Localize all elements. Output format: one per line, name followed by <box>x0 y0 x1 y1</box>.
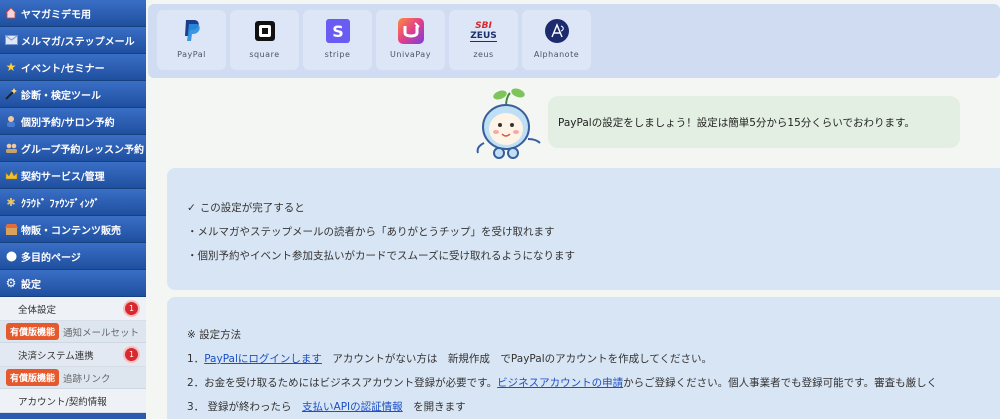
sidebar-item-label: ヤマガミデモ用 <box>21 9 91 21</box>
zeus-logo-bottom: ZEUS <box>470 30 497 42</box>
sidebar-item-home[interactable]: ヤマガミデモ用 <box>0 0 146 27</box>
provider-name: PayPal <box>177 50 206 59</box>
provider-tab-paypal[interactable]: PayPal <box>157 10 226 70</box>
notification-badge: 1 <box>123 300 140 317</box>
sidebar-item-label: ｸﾗｳﾄﾞ ﾌｧｳﾝﾃﾞｨﾝｸﾞ <box>21 198 100 210</box>
sidebar-item-mail[interactable]: メルマガ/ステップメール <box>0 27 146 54</box>
sidebar-item-individual[interactable]: 個別予約/サロン予約 <box>0 108 146 135</box>
provider-name: square <box>249 50 280 59</box>
sidebar-item-label: 診断・検定ツール <box>21 90 101 102</box>
alphanote-logo-icon <box>544 18 570 44</box>
paypal-login-link[interactable]: PayPalにログインします <box>204 353 322 365</box>
sidebar-item-label: グループ予約/レッスン予約 <box>21 144 145 156</box>
paypal-logo-icon <box>179 18 205 44</box>
provider-tab-square[interactable]: square <box>230 10 299 70</box>
step-1: 1．PayPalにログインします アカウントがない方は 新規作成 でPayPal… <box>187 351 712 366</box>
step-text: 2．お金を受け取るためにはビジネスアカウント登録が必要です。 <box>187 377 498 389</box>
zeus-logo-top: SBI <box>475 20 492 31</box>
sidebar-item-label: 契約サービス/管理 <box>21 171 105 183</box>
sidebar-sub-label: アカウント/契約情報 <box>18 396 107 408</box>
wand-icon <box>4 87 18 101</box>
provider-tab-zeus[interactable]: SBI ZEUS zeus <box>449 10 518 70</box>
shop-icon <box>4 222 18 236</box>
intro-bullet: ・メルマガやステップメールの読者から「ありがとうチップ」を受け取れます <box>187 226 555 238</box>
sidebar-item-multipurpose[interactable]: 多目的ページ <box>0 243 146 270</box>
dot-icon <box>4 249 18 263</box>
provider-name: stripe <box>324 50 351 59</box>
setup-steps-panel: ※ 設定方法 1．PayPalにログインします アカウントがない方は 新規作成 … <box>167 297 1000 419</box>
intro-heading: ✓ この設定が完了すると <box>187 200 305 215</box>
paid-feature-tag: 有償版機能 <box>6 369 60 386</box>
provider-tab-stripe[interactable]: S stripe <box>303 10 372 70</box>
sidebar-sub-label: 通知メールセット <box>63 327 140 339</box>
star-icon: ★ <box>5 60 17 74</box>
intro-panel: ✓ この設定が完了すると ・メルマガやステップメールの読者から「ありがとうチップ」… <box>167 168 1000 290</box>
sidebar-item-shop[interactable]: 物販・コンテンツ販売 <box>0 216 146 243</box>
svg-text:S: S <box>332 22 344 41</box>
notification-badge: 1 <box>123 346 140 363</box>
check-icon: ✓ <box>187 202 196 214</box>
univapay-logo-icon <box>397 18 424 44</box>
sidebar-sub-notification-mail[interactable]: 有償版機能 通知メールセット <box>0 321 146 343</box>
sidebar-item-label: 多目的ページ <box>21 252 81 264</box>
provider-name: zeus <box>473 50 494 59</box>
step-text: アカウントがない方は 新規作成 でPayPalのアカウントを作成してください。 <box>321 353 713 365</box>
sidebar-sub-label: 全体設定 <box>18 304 57 316</box>
intro-heading-text: この設定が完了すると <box>199 202 305 214</box>
sidebar-sub-general-settings[interactable]: 全体設定 1 <box>0 297 146 321</box>
mail-icon <box>4 33 18 47</box>
person-icon <box>4 114 18 128</box>
sidebar-item-diagnosis[interactable]: 診断・検定ツール <box>0 81 146 108</box>
sidebar-item-label: イベント/セミナー <box>21 63 105 75</box>
sidebar-item-crowdfunding[interactable]: ✱ ｸﾗｳﾄﾞ ﾌｧｳﾝﾃﾞｨﾝｸﾞ <box>0 189 146 216</box>
provider-tab-univapay[interactable]: UnivaPay <box>376 10 445 70</box>
business-account-link[interactable]: ビジネスアカウントの申請 <box>497 377 623 389</box>
sidebar-sub-label: 追跡リンク <box>63 373 111 385</box>
intro-bullet: ・個別予約やイベント参加支払いがカードでスムーズに受け取れるようになります <box>187 250 575 262</box>
sidebar-item-label: 設定 <box>21 279 41 291</box>
api-credentials-link[interactable]: 支払いAPIの認証情報 <box>302 401 403 413</box>
gear-icon: ✱ <box>6 195 16 209</box>
step-3: 3． 登録が終わったら 支払いAPIの認証情報 を開きます <box>187 399 466 414</box>
instruction-bubble: PayPalの設定をしましょう！設定は簡単5分から15分くらいでおわります。 <box>548 96 960 148</box>
stripe-logo-icon: S <box>325 18 351 44</box>
sidebar: ヤマガミデモ用 メルマガ/ステップメール ★ イベント/セミナー 診断・検定ツー… <box>0 0 146 419</box>
mascot-illustration <box>470 87 542 163</box>
provider-name: UnivaPay <box>390 50 431 59</box>
step-text: 3． 登録が終わったら <box>187 401 303 413</box>
group-icon <box>4 141 18 155</box>
steps-heading: ※ 設定方法 <box>187 329 242 341</box>
square-logo-icon <box>252 18 278 44</box>
provider-name: Alphanote <box>533 50 580 59</box>
crown-icon <box>4 168 18 182</box>
step-text: からご登録ください。個人事業者でも登録可能です。審査も厳しく <box>623 377 938 389</box>
sidebar-sub-account[interactable]: アカウント/契約情報 <box>0 389 146 413</box>
sidebar-item-label: 個別予約/サロン予約 <box>21 117 115 129</box>
sidebar-item-settings[interactable]: ⚙ 設定 <box>0 270 146 297</box>
step-2: 2．お金を受け取るためにはビジネスアカウント登録が必要です。ビジネスアカウントの… <box>187 375 937 390</box>
sidebar-item-label: 物販・コンテンツ販売 <box>21 225 121 237</box>
bubble-text: PayPalの設定をしましょう！設定は簡単5分から15分くらいでおわります。 <box>558 116 915 129</box>
settings-icon: ⚙ <box>5 276 17 290</box>
sidebar-item-event[interactable]: ★ イベント/セミナー <box>0 54 146 81</box>
sidebar-sub-label: 決済システム連携 <box>18 350 94 362</box>
sidebar-item-contract[interactable]: 契約サービス/管理 <box>0 162 146 189</box>
sidebar-sub-tracking-link[interactable]: 有償版機能 追跡リンク <box>0 367 146 389</box>
step-text: 1． <box>187 353 205 365</box>
sidebar-item-label: メルマガ/ステップメール <box>21 36 135 48</box>
step-text: を開きます <box>402 401 466 413</box>
home-icon <box>4 6 18 20</box>
sidebar-item-group[interactable]: グループ予約/レッスン予約 <box>0 135 146 162</box>
paid-feature-tag: 有償版機能 <box>6 323 60 340</box>
payment-provider-bar: PayPal square S stripe UnivaPay SBI ZEUS… <box>148 4 1000 78</box>
sidebar-sub-payment-integration[interactable]: 決済システム連携 1 <box>0 343 146 367</box>
provider-tab-alphanote[interactable]: Alphanote <box>522 10 591 70</box>
zeus-logo-icon: SBI ZEUS <box>469 18 499 44</box>
